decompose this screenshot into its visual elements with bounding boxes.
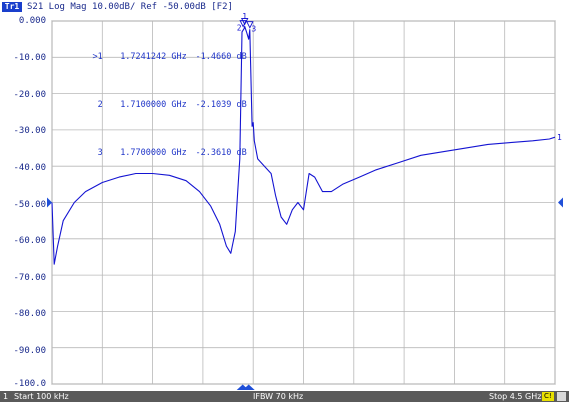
y-tick-label: -90.00: [13, 346, 46, 356]
marker-frequency: 1.7241242 GHz: [120, 51, 187, 62]
marker-index: >1: [92, 51, 103, 62]
reference-right-arrow: [558, 197, 563, 208]
channel-number[interactable]: 1: [3, 391, 8, 402]
y-tick-label: -10.00: [13, 53, 46, 63]
if-bandwidth[interactable]: IFBW 70 kHz: [253, 391, 303, 402]
y-tick-label: -40.00: [13, 163, 46, 173]
analyzer-screen: Tr1 S21 Log Mag 10.00dB/ Ref -50.00dB [F…: [0, 0, 569, 402]
y-tick-label: -60.00: [13, 236, 46, 246]
y-tick-label: -80.00: [13, 309, 46, 319]
y-tick-label: 0.000: [18, 16, 46, 26]
marker-value: -2.3610 dB: [195, 147, 247, 158]
marker-row[interactable]: 3 1.7700000 GHz -2.3610 dB: [56, 139, 247, 168]
trace-end-label: 1: [557, 133, 562, 142]
y-tick-label: -100.0: [13, 379, 46, 389]
status-bar: 1 Start 100 kHz IFBW 70 kHz Stop 4.5 GHz…: [0, 391, 569, 402]
y-tick-label: -50.00: [13, 200, 46, 210]
start-frequency[interactable]: Start 100 kHz: [14, 391, 69, 402]
marker-frequency: 1.7100000 GHz: [120, 99, 187, 110]
reference-left-arrow: [47, 197, 52, 208]
channel-status-chip[interactable]: C!: [542, 392, 554, 401]
status-indicator-icon: [557, 392, 566, 401]
y-tick-label: -30.00: [13, 126, 46, 136]
marker-row[interactable]: >1 1.7241242 GHz -1.4660 dB: [56, 43, 247, 72]
marker-row[interactable]: 2 1.7100000 GHz -2.1039 dB: [56, 91, 247, 120]
stop-frequency[interactable]: Stop 4.5 GHz: [489, 391, 541, 402]
marker-number-label: 3: [251, 25, 256, 34]
y-tick-label: -20.00: [13, 90, 46, 100]
marker-value: -2.1039 dB: [195, 99, 247, 110]
marker-frequency: 1.7700000 GHz: [120, 147, 187, 158]
y-tick-label: -70.00: [13, 273, 46, 283]
marker-index: 2: [97, 99, 103, 110]
marker-table: >1 1.7241242 GHz -1.4660 dB 2 1.7100000 GHz…: [56, 24, 247, 187]
marker-value: -1.4660 dB: [195, 51, 247, 62]
marker-number-label: 1: [242, 12, 247, 21]
marker-index: 3: [97, 147, 103, 158]
